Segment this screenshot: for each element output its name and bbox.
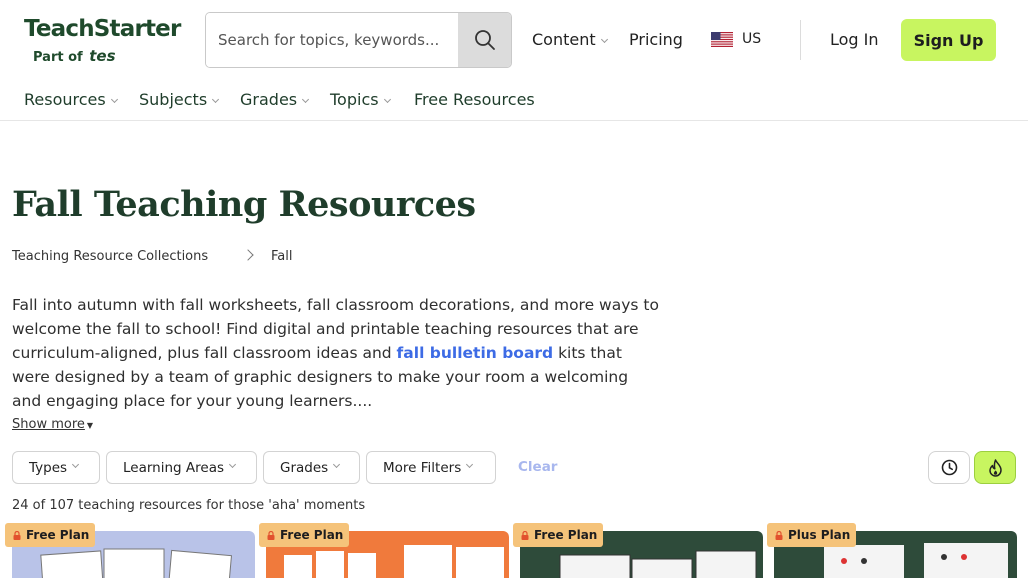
clear-filters-button[interactable]: Clear	[518, 459, 557, 475]
sort-recent-button[interactable]	[928, 451, 970, 484]
page-title: Fall Teaching Resources	[12, 184, 476, 225]
teachstarter-logo[interactable]: TeachStarter Part of tes	[24, 16, 188, 66]
badge-label: Plus Plan	[788, 528, 851, 542]
breadcrumb-current: Fall	[271, 249, 293, 264]
badge-label: Free Plan	[534, 528, 598, 542]
clock-icon	[941, 459, 957, 476]
fall-bulletin-board-link[interactable]: fall bulletin board	[397, 344, 554, 362]
filter-more[interactable]: More Filters	[366, 451, 496, 484]
plan-badge: Free Plan	[5, 523, 96, 547]
login-link[interactable]: Log In	[830, 30, 879, 49]
caret-down-icon: ▼	[86, 421, 94, 430]
filter-grades[interactable]: Grades	[263, 451, 360, 484]
region-selector[interactable]: US	[742, 31, 761, 47]
lock-icon	[267, 530, 275, 540]
nav-content[interactable]: Content	[532, 30, 608, 49]
lock-icon	[13, 530, 21, 540]
filter-label: Types	[29, 459, 68, 476]
chevron-down-icon	[228, 460, 237, 469]
subnav-free-resources[interactable]: Free Resources	[414, 90, 535, 109]
subnav-label: Topics	[330, 90, 379, 109]
nav-content-label: Content	[532, 30, 596, 49]
filter-label: More Filters	[383, 459, 462, 476]
lock-icon	[521, 530, 529, 540]
subnav-label: Grades	[240, 90, 298, 109]
us-flag-icon[interactable]	[711, 32, 733, 47]
signup-button[interactable]: Sign Up	[901, 19, 996, 61]
search-icon	[474, 30, 495, 50]
subnav-label: Resources	[24, 90, 106, 109]
tes-logo: tes	[89, 47, 116, 65]
chevron-right-icon	[242, 249, 254, 261]
filter-types[interactable]: Types	[12, 451, 100, 484]
site-header: TeachStarter Part of tes Content Pricing…	[0, 0, 1028, 121]
chevron-down-icon	[72, 460, 80, 469]
badge-label: Free Plan	[280, 528, 344, 542]
logo-subtitle: Part of tes	[33, 47, 116, 65]
chevron-down-icon	[383, 95, 391, 104]
chevron-down-icon	[333, 460, 341, 469]
subnav-grades[interactable]: Grades	[240, 90, 310, 109]
search-button[interactable]	[458, 13, 511, 67]
page-description: Fall into autumn with fall worksheets, f…	[12, 293, 662, 413]
badge-label: Free Plan	[26, 528, 90, 542]
subnav-subjects[interactable]: Subjects	[139, 90, 220, 109]
nav-pricing[interactable]: Pricing	[629, 30, 683, 49]
plan-badge: Plus Plan	[767, 523, 857, 547]
chevron-down-icon	[600, 35, 608, 44]
breadcrumb-collections[interactable]: Teaching Resource Collections	[12, 249, 208, 264]
subnav-topics[interactable]: Topics	[330, 90, 391, 109]
show-more-link[interactable]: Show more ▼	[12, 417, 93, 432]
sort-popular-button[interactable]	[974, 451, 1016, 484]
logo-text: TeachStarter	[24, 16, 181, 42]
subnav-label: Subjects	[139, 90, 208, 109]
chevron-down-icon	[110, 95, 118, 104]
plan-badge: Free Plan	[513, 523, 604, 547]
filter-label: Grades	[280, 459, 329, 476]
search-bar	[205, 12, 512, 68]
chevron-down-icon	[466, 460, 474, 469]
filter-label: Learning Areas	[123, 459, 224, 476]
show-more-label: Show more	[12, 417, 85, 432]
chevron-down-icon	[302, 95, 310, 104]
search-input[interactable]	[206, 13, 458, 67]
lock-icon	[775, 530, 783, 540]
logo-sub-text: Part of	[33, 50, 83, 65]
plan-badge: Free Plan	[259, 523, 350, 547]
filter-learning-areas[interactable]: Learning Areas	[106, 451, 257, 484]
flame-icon	[988, 458, 1002, 477]
subnav-resources[interactable]: Resources	[24, 90, 118, 109]
header-divider	[800, 20, 801, 60]
results-count: 24 of 107 teaching resources for those '…	[12, 498, 366, 513]
chevron-down-icon	[212, 95, 220, 104]
